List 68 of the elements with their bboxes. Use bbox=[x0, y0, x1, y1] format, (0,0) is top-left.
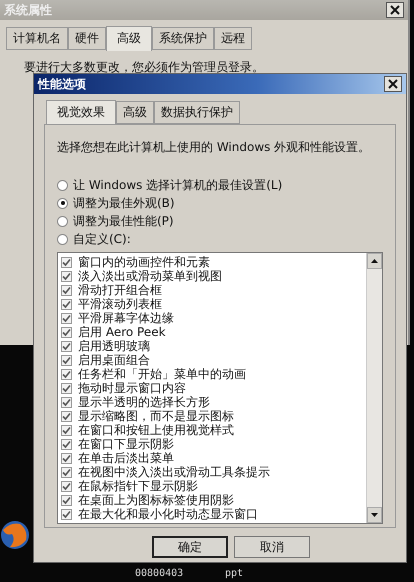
effect-label: 平滑屏幕字体边缘 bbox=[78, 311, 174, 325]
dialog-button[interactable]: 取消 bbox=[234, 536, 310, 558]
checkbox[interactable] bbox=[61, 508, 72, 520]
tab[interactable]: 远程 bbox=[214, 27, 252, 50]
window-title: 系统属性 bbox=[4, 2, 52, 18]
effect-label: 在视图中淡入淡出或滑动工具条提示 bbox=[78, 465, 270, 479]
checkbox[interactable] bbox=[61, 284, 72, 296]
effect-label: 在桌面上为图标标签使用阴影 bbox=[78, 493, 234, 507]
checkbox[interactable] bbox=[61, 326, 72, 338]
effect-label: 启用透明玻璃 bbox=[78, 339, 150, 353]
description-text: 选择您想在此计算机上使用的 Windows 外观和性能设置。 bbox=[57, 139, 372, 156]
tab[interactable]: 视觉效果 bbox=[46, 100, 116, 125]
checkbox[interactable] bbox=[61, 494, 72, 506]
radio-option[interactable]: 调整为最佳外观(B) bbox=[57, 194, 383, 212]
effect-label: 启用 Aero Peek bbox=[78, 325, 166, 339]
effect-label: 窗口内的动画控件和元素 bbox=[78, 255, 210, 269]
checkbox[interactable] bbox=[61, 466, 72, 478]
effect-label: 平滑滚动列表框 bbox=[78, 297, 162, 311]
radio-option[interactable]: 让 Windows 选择计算机的最佳设置(L) bbox=[57, 176, 383, 194]
down-arrow-icon bbox=[371, 513, 378, 517]
tab[interactable]: 高级 bbox=[106, 26, 152, 51]
effect-label: 拖动时显示窗口内容 bbox=[78, 381, 186, 395]
effect-label: 滑动打开组合框 bbox=[78, 283, 162, 297]
effect-label: 在窗口下显示阴影 bbox=[78, 437, 174, 451]
close-button[interactable] bbox=[386, 2, 404, 18]
checkbox[interactable] bbox=[61, 270, 72, 282]
checkbox[interactable] bbox=[61, 438, 72, 450]
scrollbar[interactable] bbox=[366, 253, 382, 523]
checkbox[interactable] bbox=[61, 424, 72, 436]
dialog-title: 性能选项 bbox=[38, 76, 86, 92]
checkbox[interactable] bbox=[61, 312, 72, 324]
desktop-icon-label[interactable]: 00800403 bbox=[135, 568, 184, 579]
scroll-down-button[interactable] bbox=[367, 507, 382, 523]
checkbox[interactable] bbox=[61, 452, 72, 464]
effect-label: 在鼠标指针下显示阴影 bbox=[78, 479, 198, 493]
checkbox[interactable] bbox=[61, 368, 72, 380]
radio-option[interactable]: 自定义(C): bbox=[57, 230, 383, 248]
effect-label: 在最大化和最小化时动态显示窗口 bbox=[78, 507, 258, 521]
admin-message: 要进行大多数更改，您必须作为管理员登录。 bbox=[24, 60, 264, 74]
effect-label: 任务栏和「开始」菜单中的动画 bbox=[78, 367, 246, 381]
effect-label: 启用桌面组合 bbox=[78, 353, 150, 367]
tab[interactable]: 硬件 bbox=[68, 27, 106, 50]
dialog-button[interactable]: 确定 bbox=[152, 536, 228, 558]
up-arrow-icon bbox=[371, 259, 378, 263]
close-icon bbox=[388, 79, 398, 89]
scroll-up-button[interactable] bbox=[367, 253, 382, 269]
checkbox[interactable] bbox=[61, 396, 72, 408]
effect-label: 显示缩略图，而不是显示图标 bbox=[78, 409, 234, 423]
close-button[interactable] bbox=[384, 76, 402, 92]
close-icon bbox=[390, 5, 400, 15]
desktop-icon-label[interactable]: ppt bbox=[225, 568, 244, 579]
checkbox[interactable] bbox=[61, 298, 72, 310]
tab[interactable]: 系统保护 bbox=[152, 27, 214, 50]
effect-label: 显示半透明的选择长方形 bbox=[78, 395, 210, 409]
checkbox[interactable] bbox=[61, 410, 72, 422]
effect-label: 在单击后淡出菜单 bbox=[78, 451, 174, 465]
checkbox[interactable] bbox=[61, 354, 72, 366]
radio-option[interactable]: 调整为最佳性能(P) bbox=[57, 212, 383, 230]
checkbox[interactable] bbox=[61, 256, 72, 268]
tab[interactable]: 高级 bbox=[116, 101, 154, 124]
checkbox[interactable] bbox=[61, 340, 72, 352]
browser-icon bbox=[0, 520, 30, 550]
effect-label: 淡入淡出或滑动菜单到视图 bbox=[78, 269, 222, 283]
checkbox[interactable] bbox=[61, 382, 72, 394]
tab[interactable]: 数据执行保护 bbox=[154, 101, 240, 124]
effect-label: 在窗口和按钮上使用视觉样式 bbox=[78, 423, 234, 437]
tab[interactable]: 计算机名 bbox=[6, 27, 68, 50]
checkbox[interactable] bbox=[61, 480, 72, 492]
